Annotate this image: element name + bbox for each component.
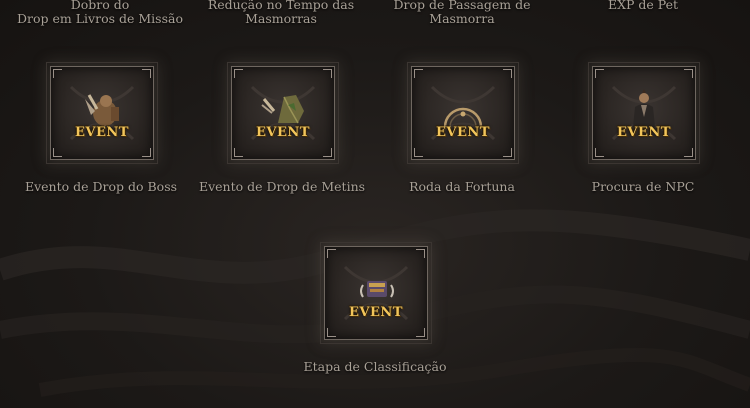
event-tile-ranking-stage[interactable]: EVENT [320,242,432,344]
event-badge: EVENT [256,125,310,140]
top-label-quest-book-drop: Dobro do Drop em Livros de Missão [0,0,200,26]
event-label-npc-search: Procura de NPC [591,179,695,194]
top-label-line2: Drop em Livros de Missão [17,11,183,26]
top-label-line2: Masmorras [245,11,317,26]
top-label-dungeon-pass-drop: Drop de Passagem de Masmorra [362,0,562,26]
event-label-ranking-stage: Etapa de Classificação [303,359,447,374]
top-label-line1: EXP de Pet [607,0,679,12]
top-label-pet-exp: EXP de Pet [543,0,743,12]
event-badge: EVENT [75,125,129,140]
event-tile-metin-drop[interactable]: EVENT [227,62,339,164]
metin-stone-icon [261,95,304,124]
background-swirl-decoration [0,209,750,397]
event-tile-boss-drop[interactable]: EVENT [46,62,158,164]
npc-character-icon [633,89,655,127]
event-badge: EVENT [617,125,671,140]
event-label-boss-drop: Evento de Drop do Boss [24,179,178,194]
event-badge: EVENT [436,125,490,140]
boss-icon [85,94,119,126]
top-label-dungeon-time-reduction: Redução no Tempo das Masmorras [181,0,381,26]
event-tile-npc-search[interactable]: EVENT [588,62,700,164]
ranking-trophy-icon [360,281,394,298]
event-label-metin-drop: Evento de Drop de Metins [198,179,366,194]
event-label-fortune-wheel: Roda da Fortuna [409,179,515,194]
top-label-line2: Masmorra [429,11,495,26]
event-tile-fortune-wheel[interactable]: EVENT [407,62,519,164]
event-badge: EVENT [349,305,403,320]
